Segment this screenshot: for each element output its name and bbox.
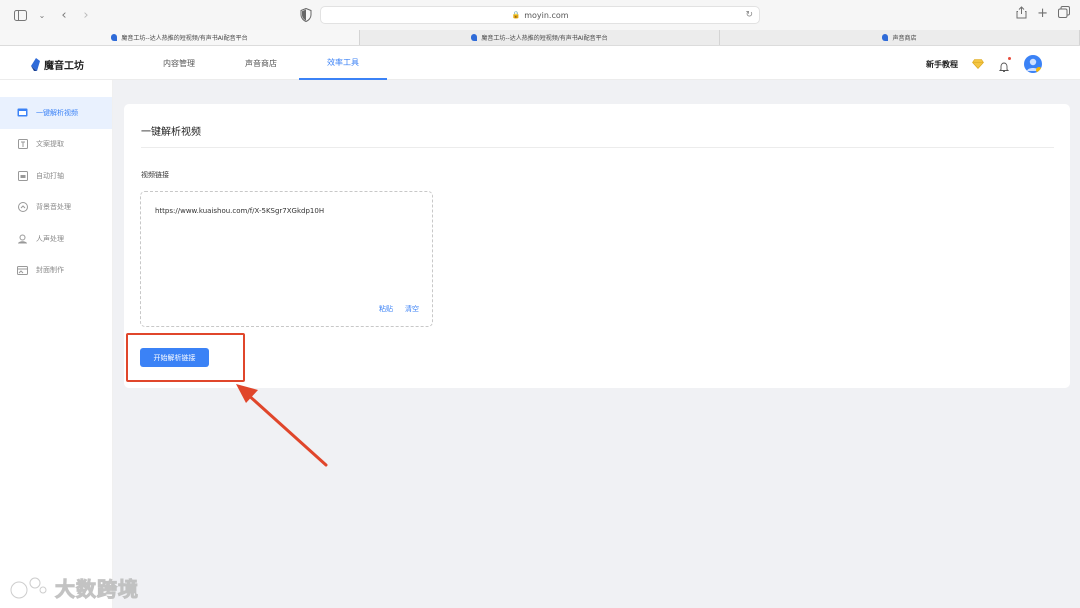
watermark-text: 大数跨境 (55, 577, 139, 602)
sidebar-item-label: 背景音处理 (36, 203, 71, 212)
background-audio-icon (17, 202, 28, 213)
sidebar-item-voice-process[interactable]: 人声处理 (0, 223, 112, 255)
moyin-favicon-icon (882, 34, 889, 41)
watermark: 大数跨境 (9, 573, 139, 602)
paste-button[interactable]: 粘贴 (379, 304, 393, 314)
share-icon[interactable] (1016, 6, 1027, 23)
cover-make-icon (17, 265, 28, 275)
browser-tab[interactable]: 声音商店 (720, 30, 1080, 45)
vip-diamond-icon[interactable] (972, 59, 984, 69)
sidebar-item-background-audio[interactable]: 背景音处理 (0, 192, 112, 224)
video-link-value: https://www.kuaishou.com/f/X-5KSgr7XGkdp… (155, 207, 325, 215)
notification-dot (1008, 57, 1011, 60)
app-logo[interactable]: 魔音工坊 (30, 57, 84, 72)
privacy-shield-icon[interactable] (300, 8, 312, 22)
voice-process-icon (17, 234, 28, 244)
clear-button[interactable]: 清空 (405, 304, 419, 314)
title-divider (141, 147, 1054, 148)
sidebar-item-label: 一键解析视频 (36, 108, 78, 117)
browser-tab[interactable]: 魔音工坊--达人热推的短视频/有声书AI配音平台 (360, 30, 720, 45)
video-link-input[interactable]: https://www.kuaishou.com/f/X-5KSgr7XGkdp… (140, 191, 433, 327)
logo-text: 魔音工坊 (44, 61, 84, 72)
browser-tab[interactable]: 魔音工坊--达人热推的短视频/有声书AI配音平台 (0, 30, 360, 45)
annotation-highlight-box (126, 333, 245, 382)
app-header: 魔音工坊 内容管理 声音商店 效率工具 新手教程 (0, 46, 1080, 80)
moyin-favicon-icon (471, 34, 478, 41)
auto-timeline-icon (17, 170, 28, 181)
browser-left-controls: ⌄ ‹ › (12, 7, 94, 23)
lock-icon: 🔒 (511, 11, 521, 19)
browser-tab-title: 声音商店 (892, 35, 917, 42)
sidebar: 一键解析视频 文案提取 自动打轴 背景音处理 人声处理 封面制作 (0, 80, 113, 608)
user-avatar[interactable] (1024, 55, 1042, 73)
forward-arrow-icon[interactable]: › (78, 7, 94, 23)
header-actions: 新手教程 (926, 55, 1042, 73)
sidebar-item-auto-timeline[interactable]: 自动打轴 (0, 160, 112, 192)
video-parse-icon (17, 108, 28, 118)
sidebar-item-label: 封面制作 (36, 266, 64, 275)
top-nav: 内容管理 声音商店 效率工具 (135, 46, 387, 80)
sidebar-toggle-icon[interactable] (12, 7, 28, 23)
browser-toolbar: ⌄ ‹ › 🔒 moyin.com ↻ + (0, 0, 1080, 30)
reload-icon[interactable]: ↻ (745, 10, 753, 20)
watermark-logo-icon (9, 576, 47, 599)
sidebar-item-video-parse[interactable]: 一键解析视频 (0, 97, 112, 129)
back-arrow-icon[interactable]: ‹ (56, 7, 72, 23)
browser-tab-title: 魔音工坊--达人热推的短视频/有声书AI配音平台 (121, 35, 248, 42)
address-url: moyin.com (524, 10, 569, 20)
sidebar-item-label: 文案提取 (36, 140, 64, 149)
sidebar-item-label: 人声处理 (36, 234, 64, 243)
address-bar[interactable]: 🔒 moyin.com ↻ (320, 6, 760, 24)
nav-efficiency-tools[interactable]: 效率工具 (299, 46, 387, 80)
sidebar-item-label: 自动打轴 (36, 171, 64, 180)
browser-tab-row: 魔音工坊--达人热推的短视频/有声书AI配音平台 魔音工坊--达人热推的短视频/… (0, 30, 1080, 46)
nav-voice-store[interactable]: 声音商店 (217, 46, 305, 80)
video-link-label: 视频链接 (141, 171, 169, 179)
notification-bell-icon[interactable] (998, 57, 1011, 72)
moyin-logo-icon (31, 58, 40, 71)
sidebar-item-text-extract[interactable]: 文案提取 (0, 129, 112, 161)
moyin-favicon-icon (111, 34, 118, 41)
tab-overview-icon[interactable] (1058, 6, 1070, 23)
browser-right-controls: + (1016, 6, 1070, 23)
page-title: 一键解析视频 (141, 127, 201, 138)
tutorial-link[interactable]: 新手教程 (926, 59, 958, 70)
url-actions: 粘贴 清空 (379, 304, 419, 314)
main-content: 一键解析视频 视频链接 https://www.kuaishou.com/f/X… (113, 80, 1080, 608)
video-parse-card: 一键解析视频 视频链接 https://www.kuaishou.com/f/X… (124, 104, 1070, 388)
nav-content-management[interactable]: 内容管理 (135, 46, 223, 80)
text-extract-icon (17, 139, 28, 150)
browser-tab-title: 魔音工坊--达人热推的短视频/有声书AI配音平台 (481, 35, 608, 42)
sidebar-item-cover-make[interactable]: 封面制作 (0, 255, 112, 287)
new-tab-icon[interactable]: + (1037, 6, 1048, 23)
chevron-down-icon[interactable]: ⌄ (34, 7, 50, 23)
